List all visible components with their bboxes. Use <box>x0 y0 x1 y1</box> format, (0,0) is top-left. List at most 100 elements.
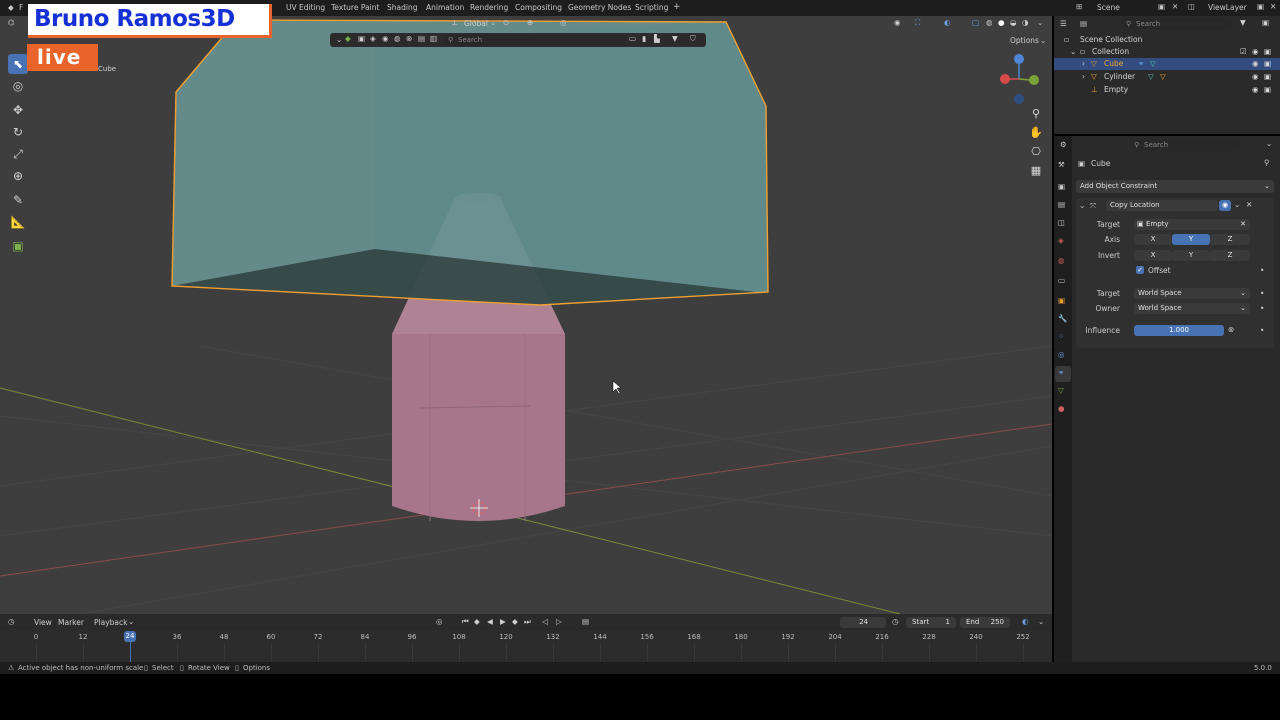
shading-options-chevron-icon[interactable]: ⌄ <box>1037 18 1043 27</box>
outliner-row-scene-collection[interactable]: ▫ Scene Collection <box>1054 34 1280 46</box>
bookmark-icon[interactable]: ▮ <box>642 34 646 43</box>
render-camera-icon[interactable]: ▣ <box>1264 71 1271 83</box>
snap-icon[interactable]: ⊕ <box>527 18 533 27</box>
start-frame-field[interactable]: Start 1 <box>906 617 956 628</box>
physics-tab-icon[interactable]: ◎ <box>1058 350 1065 359</box>
chevron-down-icon[interactable]: ⌄ <box>128 617 134 626</box>
tab-texture-paint[interactable]: Texture Paint <box>331 3 379 12</box>
cursor-tool-icon[interactable]: ◎ <box>8 76 28 96</box>
jump-keyframe-forward-icon[interactable]: ◆ <box>512 617 518 626</box>
close-icon[interactable]: ✕ <box>1246 200 1252 209</box>
display-mode-icon[interactable]: ▤ <box>1080 19 1087 28</box>
blender-logo-icon[interactable]: ◆ <box>8 3 14 12</box>
outliner-row-cube[interactable]: › ▽ Cube ⚭ ▽ ◉ ▣ <box>1054 58 1280 70</box>
checkbox-icon[interactable]: ☑ <box>1240 46 1247 58</box>
light-icon[interactable]: ◍ <box>394 34 401 43</box>
offset-checkbox[interactable]: ✓ <box>1136 266 1144 274</box>
jump-end-icon[interactable]: ⏭ <box>524 617 531 627</box>
target-space-dropdown[interactable]: World Space ⌄ <box>1134 288 1250 299</box>
sort-icon[interactable]: ▙ <box>654 34 660 43</box>
outliner-row-empty[interactable]: ⊥ Empty ◉ ▣ <box>1054 84 1280 96</box>
constraint-name-field[interactable]: Copy Location <box>1106 200 1218 211</box>
keyframe-dot-icon[interactable]: • <box>1260 326 1264 335</box>
object-type-filter-icon[interactable]: ◆ <box>345 34 351 43</box>
collapse-icon[interactable]: ▭ <box>629 34 636 43</box>
filter-icon[interactable]: ▼ <box>672 34 678 43</box>
clock-icon[interactable]: ◷ <box>892 617 899 626</box>
viewlayer-close-icon[interactable]: ✕ <box>1270 2 1276 11</box>
visibility-icon[interactable]: ◉ <box>894 18 901 27</box>
outliner-row-cylinder[interactable]: › ▽ Cylinder ▽ ▽ ◉ ▣ <box>1054 71 1280 83</box>
influence-slider[interactable]: 1.000 <box>1134 325 1224 336</box>
camera-view-icon[interactable]: ⎔ <box>1027 142 1045 160</box>
axis-x-toggle[interactable]: X <box>1134 234 1172 245</box>
owner-space-dropdown[interactable]: World Space ⌄ <box>1134 303 1250 314</box>
play-icon[interactable]: ▶ <box>500 617 506 626</box>
collapse-chevron-icon[interactable]: ⌄ <box>1079 201 1085 210</box>
material-tab-icon[interactable]: ● <box>1058 404 1065 413</box>
eye-icon[interactable]: ◉ <box>1252 84 1259 96</box>
perspective-grid-icon[interactable]: ▦ <box>1027 161 1045 179</box>
tab-scripting[interactable]: Scripting <box>635 3 668 12</box>
timeline-menu-marker[interactable]: Marker <box>58 618 84 627</box>
chevron-down-icon[interactable]: ⌄ <box>490 18 496 27</box>
rotate-tool-icon[interactable]: ↻ <box>8 122 28 142</box>
jump-keyframe-back-icon[interactable]: ◆ <box>474 617 480 626</box>
prev-keyframe-icon[interactable]: ◁ <box>542 617 548 626</box>
tool-tab-icon[interactable]: ⚒ <box>1058 160 1065 169</box>
cube-object[interactable] <box>171 19 769 306</box>
empty-icon[interactable]: ⊗ <box>406 34 412 43</box>
timeline-editor-icon[interactable]: ◷ <box>8 617 15 626</box>
viewport-search-input[interactable]: ⚲ Search <box>444 34 626 46</box>
view-layer-tab-icon[interactable]: ◫ <box>1058 218 1065 227</box>
invert-x-toggle[interactable]: X <box>1134 250 1172 261</box>
clear-icon[interactable]: ✕ <box>1240 219 1246 230</box>
pin-icon[interactable]: ⚲ <box>1264 158 1270 167</box>
scene-copy-icon[interactable]: ▣ <box>1158 2 1165 11</box>
object-tab-icon[interactable]: ▣ <box>1058 296 1065 305</box>
annotate-tool-icon[interactable]: ✎ <box>8 190 28 210</box>
render-camera-icon[interactable]: ▣ <box>1264 58 1271 70</box>
options-button[interactable]: Options <box>1010 36 1039 45</box>
xray-icon[interactable]: ▢ <box>972 18 979 27</box>
rendered-shading-icon[interactable]: ◑ <box>1022 18 1029 27</box>
material-shading-icon[interactable]: ◒ <box>1010 18 1017 27</box>
eye-icon[interactable]: ◉ <box>1219 200 1231 211</box>
chevron-down-icon[interactable]: ⌄ <box>1070 46 1076 58</box>
new-collection-icon[interactable]: ▣ <box>1262 18 1269 27</box>
keyframe-dot-icon[interactable]: • <box>1260 266 1264 275</box>
next-keyframe-icon[interactable]: ▷ <box>556 617 562 626</box>
select-box-icon[interactable]: ▣ <box>358 34 365 43</box>
timeline-area[interactable]: 0 12 24 36 48 60 72 84 96 108 120 132 144 156 168 180 19… <box>0 630 1052 662</box>
add-constraint-dropdown[interactable]: Add Object Constraint ⌄ <box>1076 180 1274 193</box>
jump-start-icon[interactable]: ⏮ <box>462 617 469 627</box>
gizmo-toggle-icon[interactable]: ⛶ <box>915 18 920 28</box>
curve-icon[interactable]: ▥ <box>430 34 437 43</box>
tab-shading[interactable]: Shading <box>387 3 417 12</box>
timeline-overlay-icon[interactable]: ◐ <box>1022 617 1029 626</box>
constraint-tab-icon[interactable]: ⚭ <box>1058 368 1064 377</box>
overlays-icon[interactable]: ◐ <box>944 18 951 27</box>
outliner-search-input[interactable]: ⚲ Search <box>1122 18 1232 30</box>
chevron-down-icon[interactable]: ⌄ <box>1234 200 1240 209</box>
menu-file[interactable]: F <box>19 3 23 12</box>
invert-y-toggle[interactable]: Y <box>1172 250 1210 261</box>
keyframe-dot-icon[interactable]: • <box>1260 304 1264 313</box>
options-chevron-icon[interactable]: ⌄ <box>1040 36 1046 45</box>
viewlayer-name[interactable]: ViewLayer <box>1208 3 1247 12</box>
shield-icon[interactable]: ⛉ <box>690 34 696 44</box>
move-tool-icon[interactable]: ✥ <box>8 100 28 120</box>
proportional-edit-icon[interactable]: ◎ <box>560 18 567 27</box>
properties-search-input[interactable]: ⚲ Search <box>1130 139 1242 151</box>
data-tab-icon[interactable]: ▽ <box>1058 386 1064 395</box>
render-camera-icon[interactable]: ▣ <box>1264 46 1271 58</box>
select-tool-icon[interactable]: ⬉ <box>8 54 28 74</box>
pivot-point-icon[interactable]: ⊙ <box>503 18 509 27</box>
modifier-tab-icon[interactable]: 🔧 <box>1058 314 1067 323</box>
tab-uv-editing[interactable]: UV Editing <box>286 3 325 12</box>
chevron-right-icon[interactable]: › <box>1082 71 1085 83</box>
filter-icon[interactable]: ▼ <box>1240 18 1246 27</box>
outliner-editor-icon[interactable]: ☰ <box>1060 19 1067 28</box>
chevron-right-icon[interactable]: › <box>1082 58 1085 70</box>
tab-rendering[interactable]: Rendering <box>470 3 508 12</box>
